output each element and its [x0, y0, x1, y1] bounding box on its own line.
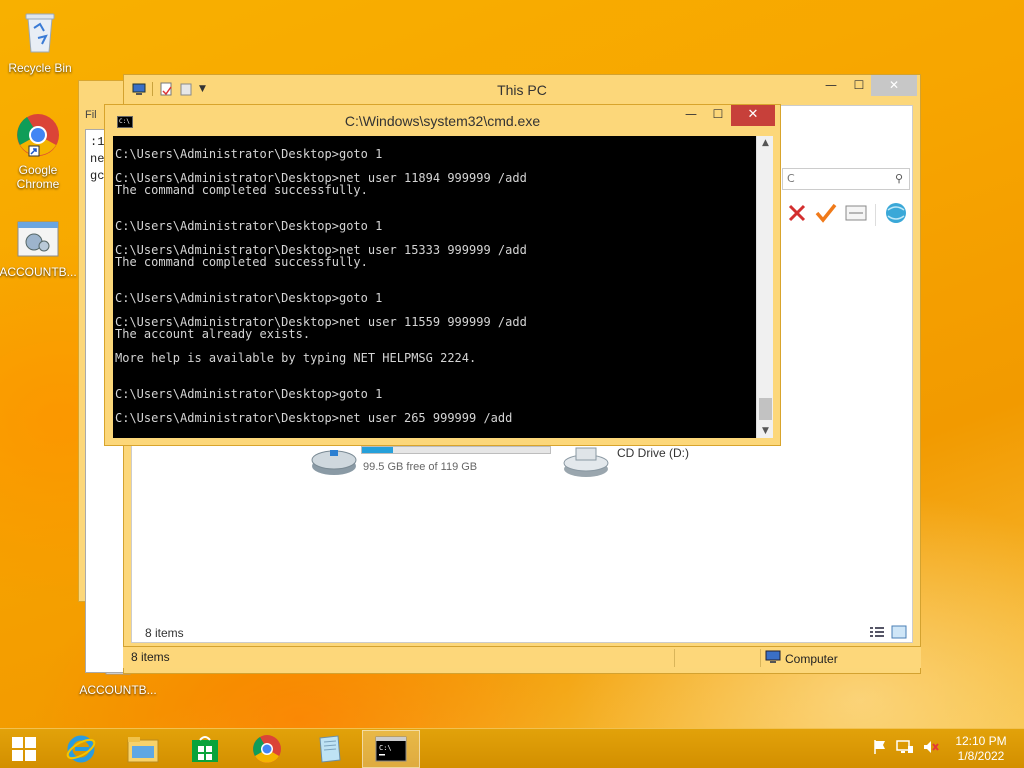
console-line: C:\Users\Administrator\Desktop>goto 1	[115, 291, 383, 305]
scroll-up-icon[interactable]: ▲	[757, 138, 774, 148]
desktop-icon-label: Google Chrome	[16, 163, 60, 191]
cmd-titlebar[interactable]: C:\ C:\Windows\system32\cmd.exe — ☐ ✕	[105, 105, 780, 136]
desktop-icon-label: Recycle Bin	[8, 61, 72, 75]
mail-icon[interactable]	[845, 205, 867, 224]
console-line: The account already exists.	[115, 327, 311, 341]
network-icon[interactable]	[896, 739, 914, 758]
drive-free-space: 99.5 GB free of 119 GB	[363, 461, 478, 473]
search-input[interactable]: C ⚲	[782, 168, 910, 190]
volume-muted-icon[interactable]	[922, 739, 940, 758]
view-toggle	[869, 625, 907, 642]
console-lines: C:\Users\Administrator\Desktop>goto 1 C:\…	[115, 148, 756, 424]
console-line: C:\Users\Administrator\Desktop>goto 1	[115, 219, 383, 233]
explorer-titlebar[interactable]: ▼ This PC — ☐ ✕	[124, 75, 920, 105]
batch-file-icon	[0, 220, 78, 263]
search-icon[interactable]: ⚲	[895, 172, 903, 185]
svg-text:C:\: C:\	[379, 744, 392, 752]
status-items-count: 8 items	[131, 650, 170, 664]
window-title: This PC	[497, 82, 547, 98]
start-button[interactable]	[0, 730, 48, 768]
search-placeholder: C	[787, 172, 795, 185]
internet-explorer-icon	[66, 735, 96, 763]
flag-icon[interactable]	[872, 739, 888, 758]
console-scrollbar[interactable]: ▲ ▼	[756, 136, 773, 438]
console-line: More help is available by typing NET HEL…	[115, 351, 477, 365]
ribbon-icons	[787, 202, 908, 227]
chrome-icon	[0, 112, 78, 161]
console-line: The command completed successfully.	[115, 255, 368, 269]
cd-drive-label[interactable]: CD Drive (D:)	[617, 446, 689, 460]
taskbar-internet-explorer[interactable]	[52, 730, 110, 768]
cmd-window[interactable]: C:\ C:\Windows\system32\cmd.exe — ☐ ✕ C:…	[104, 104, 781, 446]
desktop-icon-recycle-bin[interactable]: Recycle Bin	[0, 6, 80, 75]
console-line: C:\Users\Administrator\Desktop>goto 1	[115, 147, 383, 161]
taskbar-cmd[interactable]: C:\	[362, 730, 420, 768]
taskbar: C:\ 12:10 PM 1/8/2022	[0, 728, 1024, 768]
check-icon[interactable]	[815, 203, 837, 226]
drive-usage-bar	[361, 446, 551, 454]
separator	[875, 203, 876, 226]
large-icons-view-icon[interactable]	[891, 625, 907, 642]
status-bar: 8 items Computer	[123, 646, 921, 668]
drive-usage-fill	[362, 447, 393, 453]
status-computer: Computer	[765, 650, 838, 667]
chrome-icon	[253, 735, 281, 763]
cd-drive-icon[interactable]	[562, 444, 612, 483]
taskbar-file-explorer[interactable]	[114, 730, 172, 768]
desktop-icon-accountb[interactable]: ACCOUNTB...	[0, 220, 78, 279]
minimize-button[interactable]: —	[677, 107, 705, 127]
separator	[760, 649, 761, 667]
close-button[interactable]: ✕	[871, 75, 917, 96]
console-line: The command completed successfully.	[115, 183, 368, 197]
clock-time: 12:10 PM	[955, 734, 1007, 748]
scroll-down-icon[interactable]: ▼	[757, 426, 774, 436]
console-line: C:\Users\Administrator\Desktop>goto 1	[115, 387, 383, 401]
console-line: C:\Users\Administrator\Desktop>net user …	[115, 411, 513, 425]
maximize-button[interactable]: ☐	[705, 107, 731, 127]
minimize-button[interactable]: —	[817, 75, 845, 96]
scroll-thumb[interactable]	[759, 398, 772, 420]
windows-logo-icon	[12, 737, 36, 761]
taskbar-notepad[interactable]	[300, 730, 358, 768]
maximize-button[interactable]: ☐	[845, 75, 873, 96]
drive-c-icon[interactable]	[310, 442, 360, 481]
taskbar-clock[interactable]: 12:10 PM 1/8/2022	[948, 734, 1014, 764]
folder-icon	[127, 737, 159, 763]
notepad-menu-file[interactable]: Fil	[85, 109, 97, 121]
computer-icon	[765, 650, 781, 667]
separator	[674, 649, 675, 667]
x-icon[interactable]	[787, 203, 807, 226]
network-globe-icon[interactable]	[884, 202, 908, 227]
taskbar-chrome[interactable]	[238, 730, 296, 768]
items-count: 8 items	[145, 626, 184, 640]
recycle-bin-icon	[0, 6, 80, 59]
desktop-icon-label: ACCOUNTB...	[79, 683, 157, 697]
system-tray	[872, 739, 940, 758]
clock-date: 1/8/2022	[957, 749, 1005, 763]
details-view-icon[interactable]	[869, 625, 885, 642]
notepad-icon	[319, 735, 341, 763]
close-button[interactable]: ✕	[731, 105, 775, 126]
console-output[interactable]: C:\Users\Administrator\Desktop>goto 1 C:\…	[113, 136, 756, 438]
store-icon	[192, 736, 218, 762]
status-computer-label: Computer	[785, 651, 838, 666]
desktop-icon-label: ACCOUNTB...	[0, 265, 77, 279]
cmd-icon: C:\	[375, 736, 407, 762]
desktop-icon-google-chrome[interactable]: Google Chrome	[0, 112, 78, 191]
taskbar-store[interactable]	[176, 730, 234, 768]
